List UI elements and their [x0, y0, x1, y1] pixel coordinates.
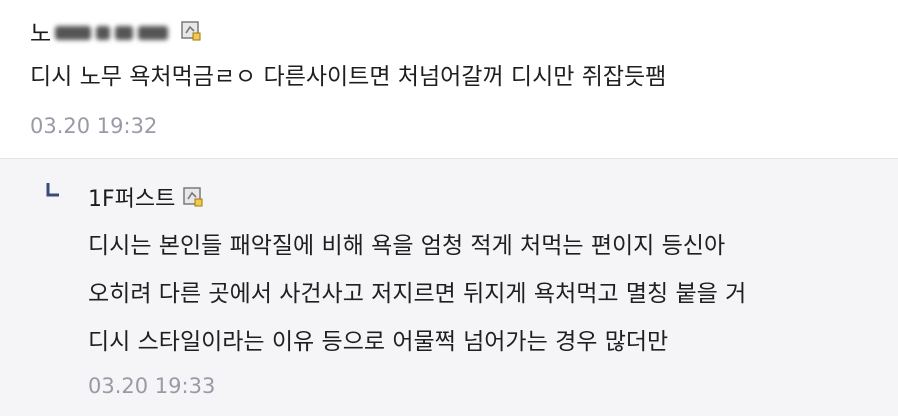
- comment-thread: 노 디시 노무 욕처먹금ㄹㅇ 다른사이트면 처넘어갈꺼 디시만 쥐잡듯팸 03.…: [0, 0, 898, 416]
- comment-item: 노 디시 노무 욕처먹금ㄹㅇ 다른사이트면 처넘어갈꺼 디시만 쥐잡듯팸 03.…: [0, 0, 898, 158]
- comment-author-row: 노: [30, 14, 201, 48]
- fixed-nick-icon: [183, 187, 203, 207]
- reply-text-line: 디시 스타일이라는 이유 등으로 어물쩍 넘어가는 경우 많더만: [88, 329, 669, 355]
- reply-text-line: 오히려 다른 곳에서 사건사고 저지르면 뒤지게 욕처먹고 멸칭 붙을 거: [88, 281, 747, 307]
- reply-author-row: 1F퍼스트: [88, 181, 203, 213]
- reply-date: 03.20 19:33: [88, 374, 216, 398]
- reply-arrow-icon: [46, 183, 59, 197]
- comment-date: 03.20 19:32: [30, 114, 158, 138]
- reply-author-nickname[interactable]: 1F퍼스트: [88, 181, 175, 213]
- comment-author-nickname[interactable]: 노: [30, 14, 51, 48]
- reply-text-line: 디시는 본인들 패악질에 비해 욕을 엄청 적게 처먹는 편이지 등신아: [88, 233, 726, 259]
- comment-text: 디시 노무 욕처먹금ㄹㅇ 다른사이트면 처넘어갈꺼 디시만 쥐잡듯팸: [30, 64, 667, 90]
- fixed-nick-icon: [181, 21, 201, 41]
- censored-nickname-blur: [55, 22, 173, 40]
